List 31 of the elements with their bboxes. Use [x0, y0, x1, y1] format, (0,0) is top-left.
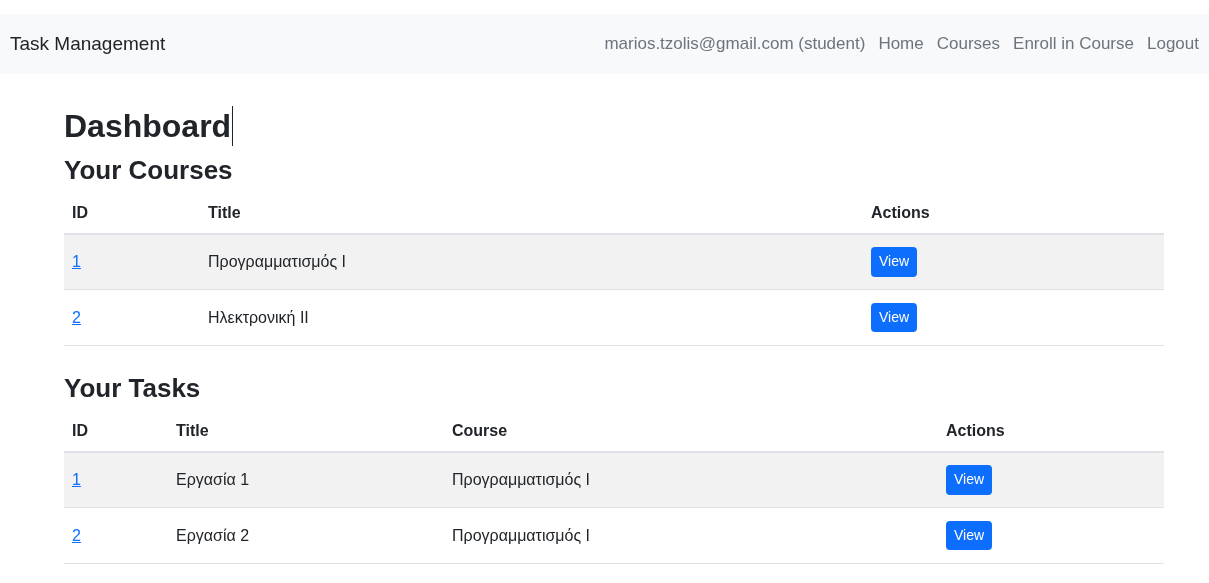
id-link[interactable]: 1 [72, 470, 81, 488]
id-link[interactable]: 1 [72, 252, 81, 270]
text-cursor [232, 106, 234, 146]
table-cell: Προγραμματισμός Ι [452, 526, 591, 544]
column-header: Title [176, 421, 209, 439]
section-title: Your Courses [64, 154, 234, 187]
view-button[interactable]: View [871, 247, 918, 277]
table-cell: Ηλεκτρονική ΙΙ [208, 308, 309, 326]
page-title: Dashboard [64, 110, 232, 142]
view-button[interactable]: View [946, 520, 993, 551]
id-link[interactable]: 2 [72, 308, 81, 326]
column-header: Actions [946, 421, 1005, 439]
section-title: Your Tasks [64, 372, 202, 405]
column-header: Title [208, 203, 241, 221]
view-button[interactable]: View [871, 302, 918, 333]
table-cell: Προγραμματισμός Ι [452, 470, 591, 488]
id-link[interactable]: 2 [72, 526, 81, 544]
nav-link[interactable]: Logout [1147, 31, 1199, 57]
nav-link[interactable]: Courses [936, 31, 1001, 57]
user-label: marios.tzolis@gmail.com (student) [604, 33, 866, 56]
column-header: ID [72, 421, 88, 439]
nav-link[interactable]: Home [878, 31, 924, 57]
column-header: ID [72, 203, 88, 221]
table-cell: Εργασία 2 [176, 526, 250, 544]
column-header: Actions [871, 203, 930, 221]
view-button[interactable]: View [946, 465, 993, 495]
nav-link[interactable]: Enroll in Course [1013, 31, 1134, 57]
brand-link[interactable]: Task Management [10, 29, 166, 59]
table-cell: Προγραμματισμός Ι [208, 252, 347, 270]
column-header: Course [452, 421, 508, 439]
table-cell: Εργασία 1 [176, 470, 250, 488]
